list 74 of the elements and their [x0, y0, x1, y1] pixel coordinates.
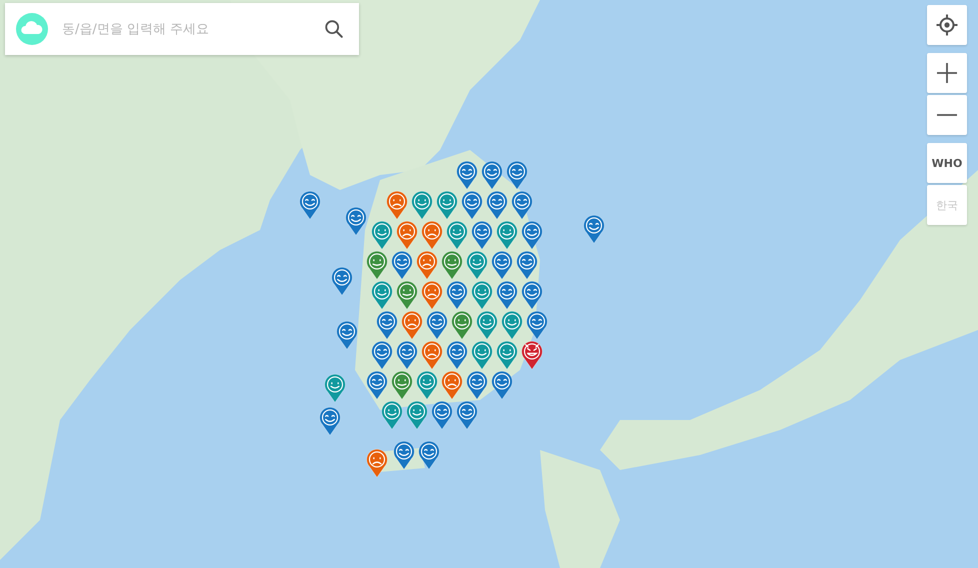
- air-quality-pin[interactable]: [505, 160, 529, 190]
- air-quality-pin[interactable]: [470, 280, 494, 310]
- search-icon: [323, 18, 345, 40]
- air-quality-pin[interactable]: [490, 370, 514, 400]
- zoom-out-button[interactable]: [927, 95, 967, 135]
- air-quality-pin[interactable]: [450, 310, 474, 340]
- air-quality-pin[interactable]: [445, 280, 469, 310]
- air-quality-pin[interactable]: [445, 220, 469, 250]
- air-quality-pin[interactable]: [323, 373, 347, 403]
- air-quality-pin[interactable]: [520, 220, 544, 250]
- air-quality-pin[interactable]: [390, 370, 414, 400]
- air-quality-pin[interactable]: [365, 448, 389, 478]
- air-quality-pin[interactable]: [400, 310, 424, 340]
- zoom-in-button[interactable]: [927, 53, 967, 93]
- air-quality-pin[interactable]: [500, 310, 524, 340]
- air-quality-pin[interactable]: [440, 370, 464, 400]
- air-quality-pin[interactable]: [490, 250, 514, 280]
- locate-button[interactable]: [927, 5, 967, 45]
- minus-icon: [937, 114, 957, 116]
- plus-icon: [935, 61, 959, 85]
- air-quality-pin[interactable]: [420, 280, 444, 310]
- air-quality-pin[interactable]: [515, 250, 539, 280]
- air-quality-pin[interactable]: [392, 440, 416, 470]
- air-quality-pin[interactable]: [410, 190, 434, 220]
- air-quality-pin[interactable]: [405, 400, 429, 430]
- air-quality-pin[interactable]: [520, 340, 544, 370]
- air-quality-pin[interactable]: [298, 190, 322, 220]
- air-quality-pin[interactable]: [495, 280, 519, 310]
- air-quality-pin[interactable]: [460, 190, 484, 220]
- air-quality-pin[interactable]: [455, 160, 479, 190]
- air-quality-pin[interactable]: [485, 190, 509, 220]
- air-quality-pin[interactable]: [475, 310, 499, 340]
- air-quality-pin[interactable]: [470, 340, 494, 370]
- air-quality-pin[interactable]: [455, 400, 479, 430]
- air-quality-pin[interactable]: [365, 370, 389, 400]
- air-quality-pin[interactable]: [415, 250, 439, 280]
- air-quality-pin[interactable]: [318, 406, 342, 436]
- standard-toggle[interactable]: WHO: [927, 143, 967, 183]
- air-quality-pin[interactable]: [415, 370, 439, 400]
- air-quality-pin[interactable]: [370, 280, 394, 310]
- air-quality-pin[interactable]: [425, 310, 449, 340]
- air-quality-pin[interactable]: [480, 160, 504, 190]
- air-quality-pin[interactable]: [445, 340, 469, 370]
- air-quality-pin[interactable]: [495, 340, 519, 370]
- cloud-logo-icon: [16, 13, 48, 45]
- search-input[interactable]: 동/읍/면을 입력해 주세요: [60, 20, 307, 38]
- air-quality-pin[interactable]: [440, 250, 464, 280]
- air-quality-pin[interactable]: [495, 220, 519, 250]
- air-quality-pin[interactable]: [420, 220, 444, 250]
- air-quality-pin[interactable]: [385, 190, 409, 220]
- air-quality-pin[interactable]: [430, 400, 454, 430]
- air-quality-pin[interactable]: [510, 190, 534, 220]
- air-quality-pin[interactable]: [335, 320, 359, 350]
- air-quality-pin[interactable]: [375, 310, 399, 340]
- air-quality-pin[interactable]: [470, 220, 494, 250]
- crosshair-icon: [935, 13, 959, 37]
- air-quality-pin[interactable]: [395, 340, 419, 370]
- air-quality-pin[interactable]: [582, 214, 606, 244]
- air-quality-pin[interactable]: [390, 250, 414, 280]
- air-quality-pin[interactable]: [525, 310, 549, 340]
- air-quality-pin[interactable]: [420, 340, 444, 370]
- air-quality-pin[interactable]: [395, 220, 419, 250]
- air-quality-pin[interactable]: [380, 400, 404, 430]
- air-quality-pin[interactable]: [465, 250, 489, 280]
- air-quality-pin[interactable]: [520, 280, 544, 310]
- air-quality-pin[interactable]: [370, 340, 394, 370]
- air-quality-pin[interactable]: [465, 370, 489, 400]
- air-quality-pin[interactable]: [417, 440, 441, 470]
- air-quality-pin[interactable]: [344, 206, 368, 236]
- air-quality-pin[interactable]: [435, 190, 459, 220]
- air-quality-pin[interactable]: [365, 250, 389, 280]
- air-quality-pin[interactable]: [330, 266, 354, 296]
- air-quality-pin[interactable]: [370, 220, 394, 250]
- air-quality-pin[interactable]: [395, 280, 419, 310]
